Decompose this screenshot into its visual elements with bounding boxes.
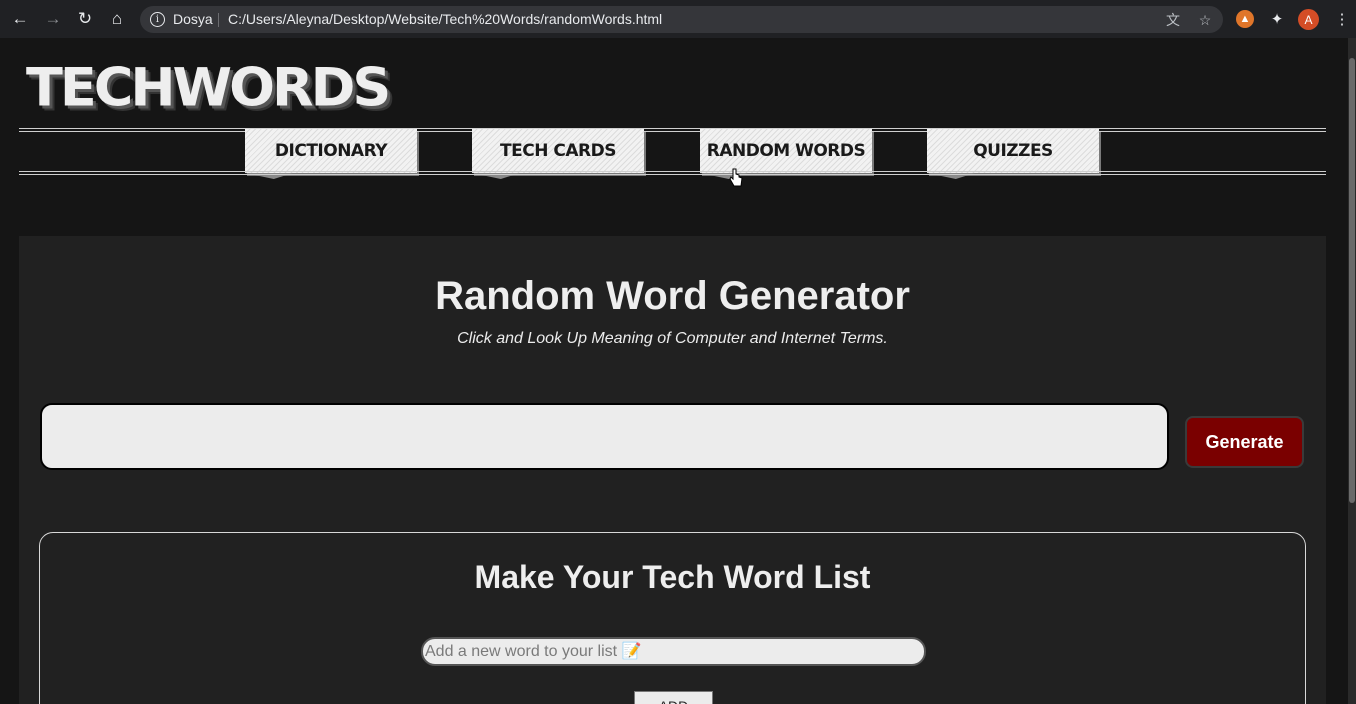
info-icon[interactable]: i [150,12,165,27]
nav-dictionary[interactable]: DICTIONARY [245,129,417,173]
new-word-input[interactable] [421,637,926,666]
url-text[interactable]: C:/Users/Aleyna/Desktop/Website/Tech%20W… [228,11,662,27]
word-list-title: Make Your Tech Word List [474,559,871,595]
page-title: Random Word Generator [435,274,910,318]
forward-icon[interactable]: → [42,8,64,30]
star-icon[interactable]: ☆ [1196,11,1214,29]
generator-panel: Random Word Generator Click and Look Up … [19,236,1326,704]
address-separator [218,13,219,27]
scrollbar[interactable] [1348,38,1356,704]
address-bar[interactable]: i Dosya C:/Users/Aleyna/Desktop/Website/… [140,6,1223,33]
extensions-icon[interactable]: ✦ [1266,8,1288,30]
hand-cursor-icon [729,168,743,187]
brave-icon[interactable]: ▲ [1236,10,1254,28]
page-subtitle: Click and Look Up Meaning of Computer an… [457,330,888,347]
nav-divider-bottom [19,171,1326,172]
page: TECHWORDS DICTIONARY TECH CARDS RANDOM W… [0,38,1348,704]
home-icon[interactable]: ⌂ [106,8,128,30]
avatar[interactable]: A [1298,9,1319,30]
nav-quizzes[interactable]: QUIZZES [927,129,1099,173]
menu-icon[interactable]: ⋮ [1331,8,1353,30]
site-logo[interactable]: TECHWORDS [26,57,391,119]
generate-button[interactable]: Generate [1185,416,1304,468]
nav-divider-top-inner [19,131,1326,132]
word-list-card: Make Your Tech Word List ADD [39,532,1306,704]
scrollbar-thumb[interactable] [1349,58,1355,503]
reload-icon[interactable]: ↻ [74,8,96,30]
random-word-display [40,403,1169,470]
nav-divider-top [19,128,1326,129]
add-word-button[interactable]: ADD [634,691,713,704]
nav-divider-bottom-inner [19,174,1326,175]
nav-tech-cards[interactable]: TECH CARDS [472,129,644,173]
site-label: Dosya [173,11,213,27]
back-icon[interactable]: ← [9,8,31,30]
nav-random-words[interactable]: RANDOM WORDS [700,129,872,173]
translate-icon[interactable]: 文 [1164,11,1182,29]
browser-toolbar: ← → ↻ ⌂ i Dosya C:/Users/Aleyna/Desktop/… [0,0,1356,38]
